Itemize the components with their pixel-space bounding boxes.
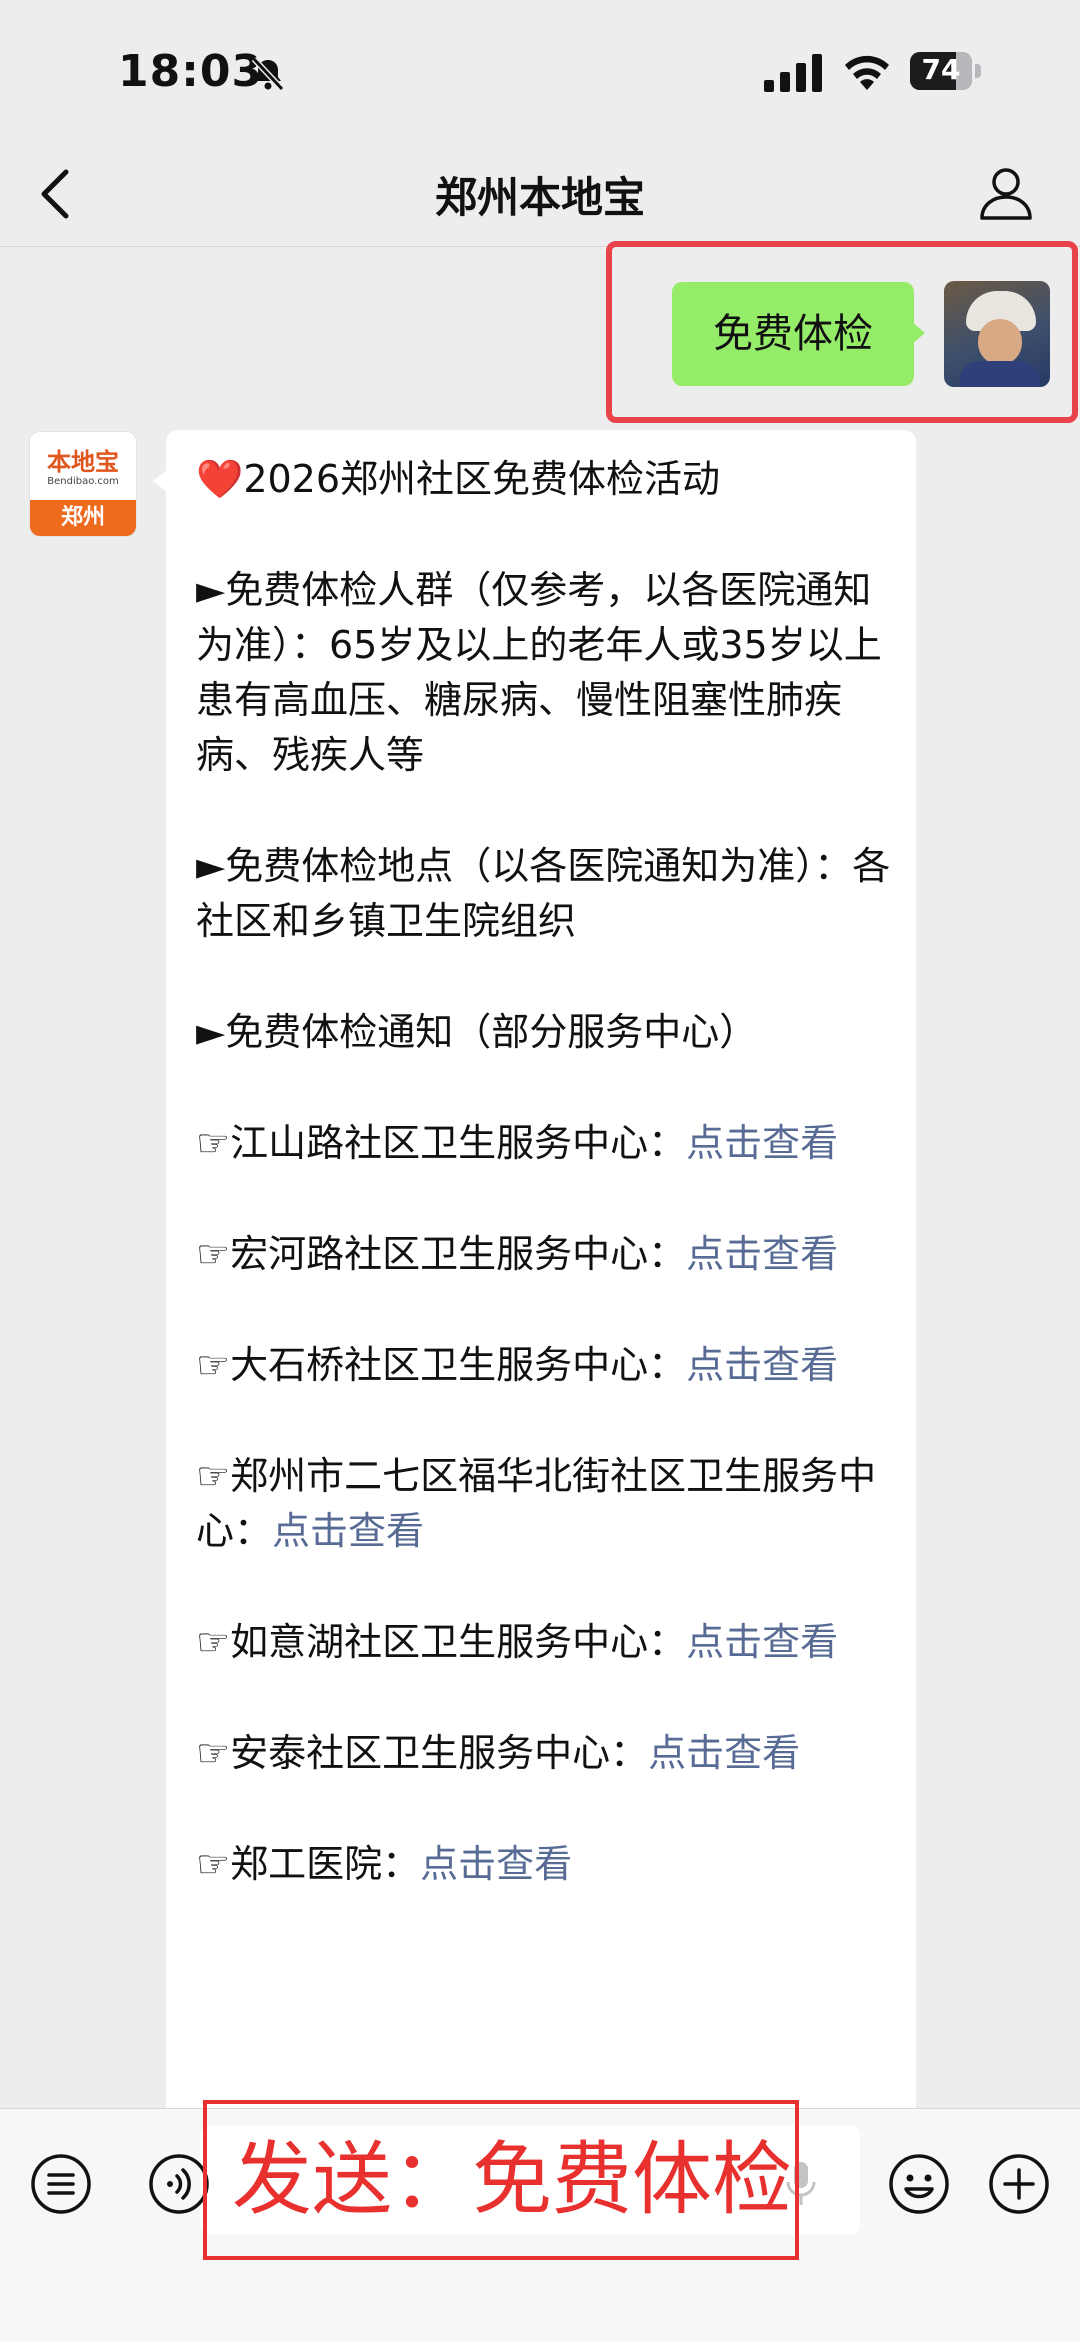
- reply-title: ❤️2026郑州社区免费体检活动: [196, 457, 721, 501]
- view-link[interactable]: 点击查看: [686, 1343, 838, 1387]
- avatar-city-text: 郑州: [30, 500, 136, 536]
- send-instruction-text: 发送：免费体检: [232, 2133, 792, 2226]
- battery-icon: 74: [910, 52, 982, 92]
- nav-bar: 郑州本地宝: [0, 140, 1080, 247]
- avatar-site-text: Bendibao.com: [47, 476, 119, 487]
- page-title: 郑州本地宝: [434, 173, 645, 222]
- sent-message-bubble[interactable]: 免费体检: [672, 282, 914, 386]
- view-link[interactable]: 点击查看: [686, 1620, 838, 1664]
- wifi-icon: [845, 55, 889, 90]
- view-link[interactable]: 点击查看: [686, 1121, 838, 1165]
- voice-icon[interactable]: [148, 2153, 210, 2215]
- plus-icon[interactable]: [988, 2153, 1050, 2215]
- view-link[interactable]: 点击查看: [420, 1842, 572, 1886]
- reply-section-target-group: ►免费体检人群（仅参考，以各医院通知为准）：65岁及以上的老年人或35岁以上患有…: [196, 568, 882, 777]
- center-item: ☞如意湖社区卫生服务中心：点击查看: [196, 1620, 839, 1664]
- reply-message-text: ❤️2026郑州社区免费体检活动 ►免费体检人群（仅参考，以各医院通知为准）：6…: [196, 452, 896, 1892]
- status-bar: 18:03 74: [0, 0, 1080, 140]
- view-link[interactable]: 点击查看: [648, 1731, 800, 1775]
- emoji-icon[interactable]: [888, 2153, 950, 2215]
- center-item: ☞安泰社区卫生服务中心：点击查看: [196, 1731, 801, 1775]
- center-item: ☞江山路社区卫生服务中心：点击查看: [196, 1121, 839, 1165]
- user-profile-icon[interactable]: [976, 162, 1036, 222]
- view-link[interactable]: 点击查看: [686, 1232, 838, 1276]
- sent-bubble-tail: [912, 322, 925, 344]
- center-item: ☞宏河路社区卫生服务中心：点击查看: [196, 1232, 839, 1276]
- reply-section-location: ►免费体检地点（以各医院通知为准）：各社区和乡镇卫生院组织: [196, 844, 891, 943]
- center-item: ☞郑工医院：点击查看: [196, 1842, 573, 1886]
- center-item: ☞大石桥社区卫生服务中心：点击查看: [196, 1343, 839, 1387]
- menu-list-icon[interactable]: [30, 2153, 92, 2215]
- official-account-avatar[interactable]: 本地宝 Bendibao.com 郑州: [30, 432, 136, 536]
- center-item: ☞郑州市二七区福华北街社区卫生服务中心：点击查看: [196, 1454, 877, 1553]
- heart-icon: ❤️: [196, 457, 244, 501]
- battery-level: 74: [921, 53, 961, 86]
- self-avatar[interactable]: [944, 281, 1050, 387]
- reply-section-notices: ►免费体检通知（部分服务中心）: [196, 1010, 758, 1054]
- signal-icon: [764, 54, 822, 92]
- avatar-logo-text: 本地宝: [47, 448, 119, 476]
- reply-bubble-tail: [153, 470, 167, 492]
- view-link[interactable]: 点击查看: [272, 1509, 424, 1553]
- bell-slash-icon: [251, 56, 285, 92]
- status-time: 18:03: [118, 46, 264, 97]
